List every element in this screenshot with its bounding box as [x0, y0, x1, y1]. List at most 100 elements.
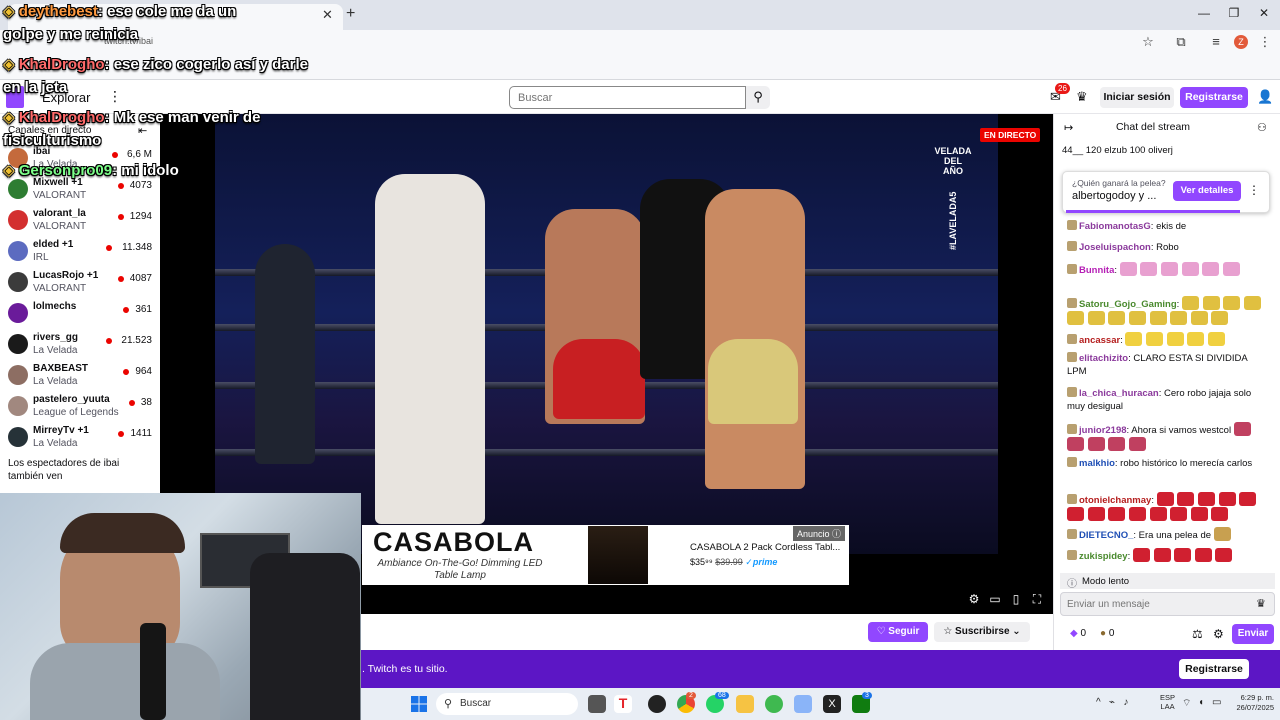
chat-username[interactable]: zukispidey	[1079, 551, 1128, 562]
sidebar-channel[interactable]: pastelero_yuuta League of Legends 38	[0, 392, 160, 423]
bits-balance[interactable]: ● 0	[1100, 628, 1114, 639]
ad-product-title[interactable]: CASABOLA 2 Pack Cordless Tabl...	[690, 542, 840, 553]
chat-input[interactable]	[1060, 592, 1275, 616]
more-menu-icon[interactable]: ⋮	[108, 88, 122, 105]
chat-emote-icon[interactable]	[1181, 262, 1199, 276]
app-t-icon[interactable]: T	[614, 695, 632, 713]
theatre-mode-icon[interactable]: ▯	[1008, 592, 1024, 606]
ad-label[interactable]: Anuncio ⓘ	[793, 526, 846, 541]
chat-emote-icon[interactable]	[1128, 507, 1146, 521]
chat-emote-icon[interactable]	[1202, 296, 1220, 310]
prime-crown-icon[interactable]: ♛	[1076, 89, 1088, 105]
banner-signup-button[interactable]: Registrarse	[1179, 659, 1249, 679]
chat-username[interactable]: la_chica_huracan	[1079, 388, 1159, 399]
chat-emote-icon[interactable]	[1160, 262, 1178, 276]
search-icon[interactable]: ⚲	[746, 86, 770, 109]
new-tab-icon[interactable]: +	[346, 5, 355, 23]
profile-avatar[interactable]: Z	[1234, 35, 1248, 49]
chat-username[interactable]: Joseluispachon	[1079, 242, 1151, 253]
chat-emote-icon[interactable]	[1211, 311, 1229, 325]
chat-emote-icon[interactable]	[1243, 296, 1261, 310]
chat-emote-icon[interactable]	[1149, 311, 1167, 325]
chat-emote-icon[interactable]	[1140, 262, 1158, 276]
chat-emote-icon[interactable]	[1213, 527, 1231, 541]
chat-emote-icon[interactable]	[1197, 492, 1215, 506]
chat-emote-icon[interactable]	[1233, 422, 1251, 436]
chat-emote-icon[interactable]	[1202, 262, 1220, 276]
chat-emote-icon[interactable]	[1218, 492, 1236, 506]
video-frame[interactable]	[215, 114, 998, 554]
sidebar-channel[interactable]: elded +1 IRL 11.348	[0, 237, 160, 268]
taskbar-clock[interactable]: 6:29 p. m. 26/07/2025	[1226, 693, 1274, 713]
chat-username[interactable]: malkhio	[1079, 458, 1115, 469]
emote-picker-icon[interactable]: ♛	[1256, 597, 1266, 610]
cast-icon[interactable]: ▭	[987, 592, 1003, 606]
mic-icon[interactable]: ♪	[1123, 697, 1128, 708]
chat-users-icon[interactable]: ⚇	[1257, 121, 1267, 134]
minimize-icon[interactable]: —	[1192, 6, 1216, 20]
chat-username[interactable]: otonielchanmay	[1079, 495, 1151, 506]
sidebar-channel[interactable]: MirreyTv +1 La Velada 1411	[0, 423, 160, 454]
language-indicator[interactable]: ESP LAA	[1160, 693, 1175, 711]
chat-emote-icon[interactable]	[1222, 262, 1240, 276]
task-view-icon[interactable]	[588, 695, 606, 713]
login-button[interactable]: Iniciar sesión	[1100, 87, 1174, 108]
chat-emote-icon[interactable]	[1215, 548, 1233, 562]
chat-settings-gear-icon[interactable]: ⚙	[1213, 627, 1224, 641]
send-button[interactable]: Enviar	[1232, 624, 1274, 644]
sidebar-channel[interactable]: BAXBEAST La Velada 964	[0, 361, 160, 392]
sidebar-channel[interactable]: LucasRojo +1 VALORANT 4087	[0, 268, 160, 299]
gift-leaderboard[interactable]: 44__ 120 elzub 100 oliverj	[1062, 145, 1280, 156]
chat-emote-icon[interactable]	[1108, 311, 1126, 325]
chat-username[interactable]: elitachizito	[1079, 353, 1128, 364]
chat-emote-icon[interactable]	[1170, 507, 1188, 521]
close-window-icon[interactable]: ✕	[1252, 6, 1276, 20]
chat-emote-icon[interactable]	[1087, 437, 1105, 451]
chat-emote-icon[interactable]	[1119, 262, 1137, 276]
chat-emote-icon[interactable]	[1067, 437, 1084, 451]
sidebar-channel[interactable]: valorant_la VALORANT 1294	[0, 206, 160, 237]
user-icon[interactable]: 👤	[1257, 89, 1273, 105]
chat-emote-icon[interactable]	[1174, 548, 1192, 562]
battery-icon[interactable]: ▭	[1212, 697, 1221, 708]
search-input[interactable]	[509, 86, 746, 109]
obs-icon[interactable]	[648, 695, 666, 713]
chat-emote-icon[interactable]	[1146, 332, 1164, 346]
chat-emote-icon[interactable]	[1087, 507, 1105, 521]
chat-username[interactable]: FabiomanotasG	[1079, 221, 1151, 232]
chat-emote-icon[interactable]	[1128, 437, 1146, 451]
app-x-icon[interactable]: X	[823, 695, 841, 713]
chat-emote-icon[interactable]	[1087, 311, 1105, 325]
chat-emote-icon[interactable]	[1108, 437, 1126, 451]
tab-close-icon[interactable]: ✕	[322, 7, 333, 23]
chat-emote-icon[interactable]	[1239, 492, 1257, 506]
taskbar-search[interactable]: Buscar	[436, 693, 578, 715]
ad-product-image[interactable]	[588, 526, 648, 584]
wifi-icon[interactable]: ⌔	[1182, 697, 1191, 710]
chat-emote-icon[interactable]	[1108, 507, 1126, 521]
extensions-icon[interactable]: ⧉	[1172, 34, 1190, 50]
chat-emote-icon[interactable]	[1067, 507, 1084, 521]
chat-emote-icon[interactable]	[1208, 332, 1226, 346]
sidebar-channel[interactable]: lolmechs 361	[0, 299, 160, 330]
chat-username[interactable]: ancassar	[1079, 335, 1120, 346]
chat-emote-icon[interactable]	[1166, 332, 1184, 346]
sidebar-channel[interactable]: rivers_gg La Velada 21.523	[0, 330, 160, 361]
chat-emote-icon[interactable]	[1132, 548, 1150, 562]
follow-button[interactable]: ♡ Seguir	[868, 622, 928, 642]
file-explorer-icon[interactable]	[736, 695, 754, 713]
fullscreen-icon[interactable]: ⛶	[1029, 592, 1045, 607]
windows-start-icon[interactable]	[411, 696, 427, 712]
chat-emote-icon[interactable]	[1156, 492, 1174, 506]
controller-icon[interactable]	[794, 695, 812, 713]
chat-emote-icon[interactable]	[1149, 507, 1167, 521]
chat-emote-icon[interactable]	[1190, 507, 1208, 521]
chat-username[interactable]: junior2198	[1079, 425, 1127, 436]
sidebar-channel[interactable]: Mixwell +1 VALORANT 4073	[0, 175, 160, 206]
network-icon[interactable]: ⌁	[1109, 697, 1115, 708]
signup-button[interactable]: Registrarse	[1180, 87, 1248, 108]
collapse-chat-icon[interactable]: ↦	[1064, 121, 1073, 134]
chat-emote-icon[interactable]	[1067, 311, 1084, 325]
volume-icon[interactable]: ◖	[1198, 697, 1204, 708]
chat-emote-icon[interactable]	[1128, 311, 1146, 325]
